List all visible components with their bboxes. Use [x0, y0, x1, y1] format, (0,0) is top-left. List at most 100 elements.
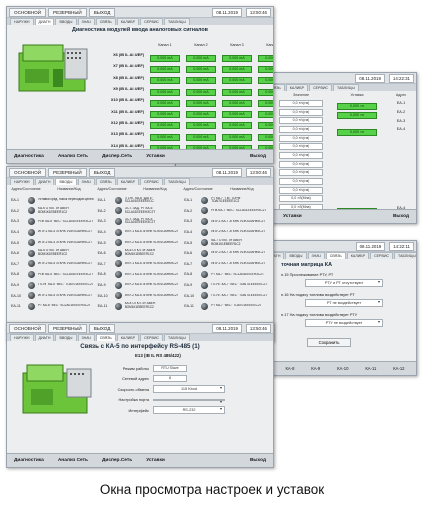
- group-select[interactable]: РТУ не воздействует: [305, 319, 383, 327]
- table-row: 0,0 т/ч(гм): [276, 160, 414, 169]
- bottom-bar: Диагностика Анализ Сеть Диспер.Сеть Уста…: [7, 453, 273, 467]
- boiler-tab-button[interactable]: КА-9: [307, 364, 324, 373]
- tab-7[interactable]: ТАБЛИЦЫ: [164, 334, 190, 341]
- main-button[interactable]: ОСНОВНОЙ: [9, 7, 47, 17]
- tab-0[interactable]: НАРУЖН: [10, 18, 34, 25]
- tab-6[interactable]: СЕРВИС: [140, 18, 164, 25]
- setpoints-button[interactable]: Уставки: [142, 152, 169, 161]
- exit-button[interactable]: Выход: [389, 212, 413, 221]
- signal-row: ЕА-7 ИПУ-1 КА-7 ЗГКНК VLIKSОАНК9С2Т: [184, 259, 271, 270]
- signal-name: ИПУ-2 КА-6 ЗГКНК VLIKSОАНК9С2Т: [124, 293, 179, 297]
- tab-2[interactable]: ВВОДЫ: [55, 178, 77, 185]
- tab-6[interactable]: СЕРВИС: [140, 334, 164, 341]
- exit-button[interactable]: Выход: [246, 456, 270, 465]
- tab-2[interactable]: ВВОДЫ: [55, 18, 77, 25]
- value-cell: 0,0 т/ч(гм): [279, 143, 323, 151]
- tab-5[interactable]: КАЛИБР: [346, 252, 370, 259]
- value-cell: 0,0 т/ч(гм): [279, 151, 323, 159]
- signal-address: ЕА-7: [184, 261, 193, 266]
- signals-columns: ЕА-1 Уставки сред. поиск переходов целей Е…: [11, 195, 271, 312]
- tab-5[interactable]: КАЛИБР: [116, 334, 140, 341]
- tab-4[interactable]: СВЯЗЬ: [95, 18, 116, 25]
- tab-strip: НАРУЖНДИАГНВВОДЫЗНАЧСВЯЗЬКАЛИБРСЕРВИСТАБ…: [7, 18, 273, 25]
- tab-6[interactable]: СЕРВИС: [370, 252, 394, 259]
- setting-input[interactable]: RTU Slave: [153, 364, 187, 372]
- setting-input[interactable]: 8: [153, 375, 187, 383]
- tab-7[interactable]: ТАБЛИЦЫ: [394, 252, 416, 259]
- setpoints-button[interactable]: Уставки: [142, 456, 169, 465]
- signal-address: ЕА-5: [184, 240, 193, 245]
- status-led-icon: [28, 302, 35, 310]
- setpoints-button[interactable]: Уставки: [279, 212, 306, 221]
- date-field: 08.11.2019: [212, 323, 242, 333]
- tab-3[interactable]: ЗНАЧ: [307, 252, 325, 259]
- tab-3[interactable]: ЗНАЧ: [77, 334, 95, 341]
- signal-row: ЕА-11 РТ КА-7 "ВЕС" ТОАГ01ЕЕЕЕЕС2Т: [184, 301, 271, 312]
- reserve-button[interactable]: РЕЗЕРВНЫЙ: [48, 7, 87, 17]
- tab-4[interactable]: СВЯЗЬ: [95, 178, 116, 185]
- setting-select[interactable]: 115 Kbod: [153, 385, 225, 394]
- top-bar: ОСНОВНОЙ РЕЗЕРВНЫЙ ВЫХОД 08.11.2019 13:5…: [7, 7, 273, 18]
- tab-5[interactable]: КАЛИБР: [285, 84, 309, 91]
- boiler-tab-button[interactable]: КА-12: [389, 364, 408, 373]
- tab-0[interactable]: НАРУЖН: [10, 178, 34, 185]
- diagnostics-button[interactable]: Диагностика: [10, 152, 48, 161]
- exit-top-button[interactable]: ВЫХОД: [88, 323, 116, 333]
- dispatch-network-button[interactable]: Диспер.Сеть: [98, 456, 136, 465]
- main-button[interactable]: ОСНОВНОЙ: [9, 323, 47, 333]
- exit-button[interactable]: Выход: [246, 152, 270, 161]
- address-cell: EA-4: [396, 127, 406, 132]
- tab-1[interactable]: ДИАГН: [34, 334, 55, 341]
- tab-6[interactable]: СЕРВИС: [309, 84, 333, 91]
- setting-label: Скорость обмена: [117, 386, 149, 392]
- setting-row: Скорость обмена 115 Kbod: [107, 384, 267, 395]
- status-led-icon: [114, 228, 122, 236]
- main-button[interactable]: ОСНОВНОЙ: [9, 167, 47, 177]
- signal-name: КА-6 ОТКЛ. от АВЕН ВОМ1К1ЕВЕЕЯ1С2: [124, 249, 156, 257]
- exit-top-button[interactable]: ВЫХОД: [88, 7, 116, 17]
- reserve-button[interactable]: РЕЗЕРВНЫЙ: [48, 323, 87, 333]
- tab-2[interactable]: ВВОДЫ: [285, 252, 307, 259]
- signal-name: КА-К ОТКЛ. от АВЕН ВОМ1К1ЕВЕЕЯ1С2: [38, 207, 69, 214]
- status-led-icon: [28, 196, 35, 204]
- status-led-icon: [28, 217, 35, 225]
- boiler-tab-button[interactable]: КА-10: [333, 364, 352, 373]
- signal-address: ЕА-2: [11, 208, 19, 213]
- group-select[interactable]: РТ не воздействует: [305, 299, 383, 307]
- tab-4[interactable]: СВЯЗЬ: [95, 334, 116, 341]
- tab-7[interactable]: ТАБЛИЦЫ: [164, 178, 190, 185]
- network-analysis-button[interactable]: Анализ Сеть: [54, 152, 92, 161]
- tab-0[interactable]: НАРУЖН: [10, 334, 34, 341]
- tab-7[interactable]: ТАБЛИЦЫ: [333, 84, 359, 91]
- tab-5[interactable]: КАЛИБР: [116, 178, 140, 185]
- exit-top-button[interactable]: ВЫХОД: [88, 167, 116, 177]
- reserve-button[interactable]: РЕЗЕРВНЫЙ: [48, 167, 87, 177]
- tab-1[interactable]: ДИАГН: [34, 18, 55, 25]
- signal-row: ЕА-5 ИПУ-2 КА-6 ЗГКНК VLIKSОАНК9С2Т: [98, 237, 185, 248]
- setting-select[interactable]: [153, 398, 225, 405]
- value-cell: 0,0 т/ч(гм): [279, 178, 323, 186]
- tab-3[interactable]: ЗНАЧ: [77, 18, 95, 25]
- boiler-tab-button[interactable]: КА-11: [361, 364, 380, 373]
- setting-select[interactable]: RS-232: [153, 406, 225, 415]
- diagnostics-button[interactable]: Диагностика: [10, 456, 48, 465]
- signal-address: ЕА-4: [11, 230, 19, 235]
- tab-2[interactable]: ВВОДЫ: [55, 334, 77, 341]
- tab-4[interactable]: СВЯЗЬ: [325, 252, 346, 259]
- save-button[interactable]: Сохранить: [307, 338, 351, 347]
- group-select[interactable]: РТУ и РТ отсутствуют: [305, 279, 383, 287]
- module-label: Х7 (IB IL AI 4/EF): [113, 63, 144, 69]
- signal-row: ЕА-10 ИПУ-1 КА-5 ЗГКНК VLIKSОАНК9С2Т: [11, 290, 98, 301]
- value-cell: 0,0 ×б(Мпа): [279, 195, 323, 203]
- tab-1[interactable]: ДИАГН: [34, 178, 55, 185]
- network-analysis-button[interactable]: Анализ Сеть: [54, 456, 92, 465]
- tab-6[interactable]: СЕРВИС: [140, 178, 164, 185]
- boiler-tab-button[interactable]: КА-8: [281, 364, 298, 373]
- signal-address: ЕА-10: [184, 293, 195, 298]
- tab-7[interactable]: ТАБЛИЦЫ: [164, 18, 190, 25]
- module-label: Х14 (IB IL AI 4/EF): [110, 142, 144, 148]
- tab-5[interactable]: КАЛИБР: [116, 18, 140, 25]
- tab-3[interactable]: ЗНАЧ: [77, 178, 95, 185]
- address-cell: EA-1: [396, 101, 406, 106]
- dispatch-network-button[interactable]: Диспер.Сеть: [98, 152, 136, 161]
